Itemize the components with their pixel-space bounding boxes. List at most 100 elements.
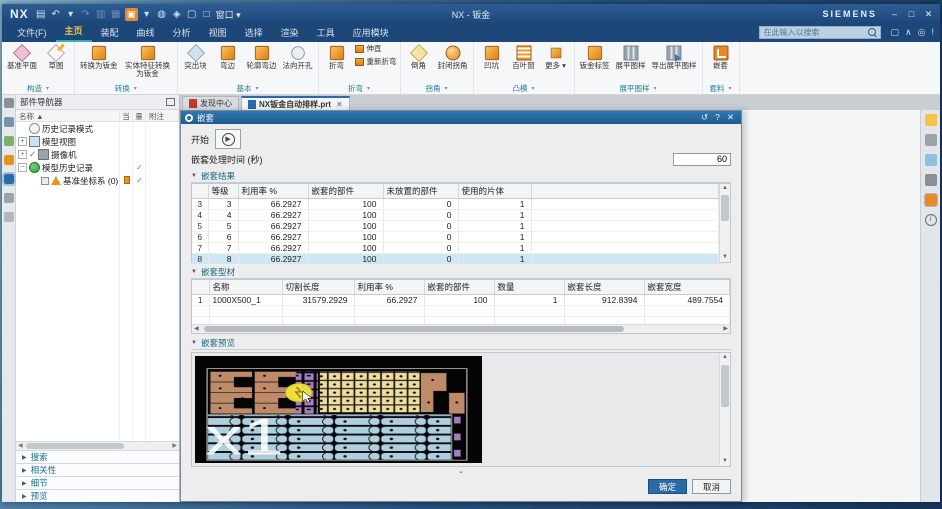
constraint-navigator-icon[interactable] xyxy=(4,117,14,127)
expander-icon[interactable]: + xyxy=(18,150,27,159)
render-style-icon[interactable]: ▣ xyxy=(125,8,138,21)
百叶窗-button[interactable]: 百叶窗 xyxy=(509,43,539,71)
转换为钣金-button[interactable]: 转换为钣金 xyxy=(78,43,120,71)
favorites-star-icon[interactable] xyxy=(925,114,937,126)
navigator-hscrollbar[interactable]: ◀▶ xyxy=(16,441,179,450)
group-dialog-launcher-icon[interactable]: ▾ xyxy=(728,85,731,92)
ribbon-tab-工具[interactable]: 工具 xyxy=(308,24,344,42)
column-header[interactable]: 未放置的部件 xyxy=(383,184,458,199)
倒角-button[interactable]: 倒角 xyxy=(404,43,434,71)
nesting-tool-icon[interactable] xyxy=(925,194,937,206)
close-icon[interactable]: ✕ xyxy=(724,112,737,123)
window-menu-button[interactable]: 窗口 ▾ xyxy=(216,8,241,21)
ribbon-tab-渲染[interactable]: 渲染 xyxy=(272,24,308,42)
group-dialog-launcher-icon[interactable]: ▾ xyxy=(255,85,258,92)
save-icon[interactable]: ▤ xyxy=(35,9,47,20)
expander-icon[interactable]: + xyxy=(18,137,27,146)
results-vscrollbar[interactable]: ▲▼ xyxy=(719,184,730,262)
column-header[interactable]: 嵌套长度 xyxy=(564,280,644,295)
table-row[interactable]: 5566.292710001 xyxy=(192,221,719,232)
钣金标签-button[interactable]: 钣金标签 xyxy=(578,43,612,71)
table-row[interactable]: 6666.292710001 xyxy=(192,232,719,243)
preview-vscrollbar[interactable]: ▲▼ xyxy=(719,353,730,466)
copy-icon[interactable]: ▥ xyxy=(95,9,107,20)
column-header[interactable]: 切割长度 xyxy=(282,280,354,295)
start-nesting-button[interactable]: ▶ xyxy=(215,129,241,149)
navigator-column-header[interactable]: 当 xyxy=(120,110,133,121)
column-header[interactable] xyxy=(192,184,208,199)
group-dialog-launcher-icon[interactable]: ▾ xyxy=(367,85,370,92)
undock-icon[interactable] xyxy=(166,98,175,106)
ribbon-tab-选择[interactable]: 选择 xyxy=(236,24,272,42)
fullscreen-icon[interactable]: ▢ xyxy=(891,27,900,38)
column-header[interactable]: 嵌套的部件 xyxy=(424,280,494,295)
reuse-library-icon[interactable] xyxy=(4,155,14,165)
navigator-column-header[interactable]: 名称 ▲ xyxy=(16,110,120,121)
roles-icon[interactable] xyxy=(4,212,14,222)
copy-display-icon[interactable] xyxy=(925,134,937,146)
草图-button[interactable]: 草图 xyxy=(41,43,71,71)
实体特征转换为钣金-button[interactable]: 实体特征转换为钣金 xyxy=(122,43,174,80)
time-input[interactable] xyxy=(673,153,731,166)
profiles-hscrollbar[interactable]: ◀▶ xyxy=(192,324,730,333)
轮廓弯边-button[interactable]: 轮廓弯边 xyxy=(245,43,279,71)
profiles-section-header[interactable]: ▼ 嵌套型材 xyxy=(191,266,731,279)
tree-item[interactable]: 基准坐标系 (0)✓ xyxy=(16,174,179,187)
checkbox-icon[interactable] xyxy=(41,177,49,185)
touch-mode-icon[interactable]: ◈ xyxy=(171,9,183,20)
document-tab[interactable]: 发现中心 xyxy=(182,96,239,110)
paste-icon[interactable]: ▦ xyxy=(110,9,122,20)
tree-item[interactable]: +模型视图 xyxy=(16,135,179,148)
封闭拐角-button[interactable]: 封闭拐角 xyxy=(436,43,470,71)
minimize-button[interactable]: – xyxy=(887,7,902,21)
column-header[interactable]: 数量 xyxy=(494,280,564,295)
document-tab[interactable]: NX钣金自动排样.prt✕ xyxy=(241,96,350,110)
column-header[interactable]: 名称 xyxy=(209,280,282,295)
web-browser-icon[interactable] xyxy=(4,174,14,184)
redo-icon[interactable]: ↷ xyxy=(80,9,92,20)
render-style-caret-icon[interactable]: ▾ xyxy=(141,9,153,20)
dialog-expand-chevron[interactable]: ⌄ xyxy=(191,467,731,476)
重新折弯-button[interactable]: 重新折弯 xyxy=(354,56,397,67)
ribbon-tab-应用模块[interactable]: 应用模块 xyxy=(344,24,398,42)
navigator-section-搜索[interactable]: ▶搜索 xyxy=(16,450,179,463)
ribbon-tab-装配[interactable]: 装配 xyxy=(92,24,128,42)
close-button[interactable]: ✕ xyxy=(921,7,936,21)
navigator-column-header[interactable]: 量 xyxy=(133,110,146,121)
info-icon[interactable] xyxy=(925,214,937,226)
更多-button[interactable]: 更多 ▾ xyxy=(541,43,571,71)
column-header[interactable]: 嵌套宽度 xyxy=(644,280,730,295)
part-navigator-icon[interactable] xyxy=(4,136,14,146)
datum-display-icon[interactable] xyxy=(925,154,937,166)
table-row[interactable]: 11000X500_131579.292966.29271001912.8394… xyxy=(192,295,730,306)
navigator-section-细节[interactable]: ▶细节 xyxy=(16,476,179,489)
tree-item[interactable]: 历史记录模式 xyxy=(16,122,179,135)
弯边-button[interactable]: 弯边 xyxy=(213,43,243,71)
伸直-button[interactable]: 伸直 xyxy=(354,43,397,54)
tree-item[interactable]: +✓摄像机 xyxy=(16,148,179,161)
column-header[interactable]: 嵌套的部件 xyxy=(308,184,383,199)
window-switch-icon[interactable]: ▢ xyxy=(186,9,198,20)
tree-item[interactable]: −模型历史记录✓ xyxy=(16,161,179,174)
突出块-button[interactable]: 突出块 xyxy=(181,43,211,71)
table-row[interactable]: 3366.292710001 xyxy=(192,199,719,210)
凹坑-button[interactable]: 凹坑 xyxy=(477,43,507,71)
navigator-section-预览[interactable]: ▶预览 xyxy=(16,489,179,502)
help-icon[interactable]: ? xyxy=(711,112,724,123)
group-dialog-launcher-icon[interactable]: ▾ xyxy=(46,85,49,92)
results-section-header[interactable]: ▼ 嵌套结果 xyxy=(191,170,731,183)
column-header[interactable]: 利用率 % xyxy=(238,184,308,199)
table-row[interactable]: 4466.292710001 xyxy=(192,210,719,221)
法向开孔-button[interactable]: 法向开孔 xyxy=(281,43,315,71)
expander-icon[interactable]: − xyxy=(18,163,27,172)
column-header[interactable]: 利用率 % xyxy=(354,280,424,295)
导出展平图样-button[interactable]: 导出展平图样 xyxy=(650,43,699,71)
ok-button[interactable]: 确定 xyxy=(648,479,687,494)
group-dialog-launcher-icon[interactable]: ▾ xyxy=(134,85,137,92)
展平图样-button[interactable]: 展平图样 xyxy=(614,43,648,71)
ribbon-tab-文件(F)[interactable]: 文件(F) xyxy=(8,24,56,42)
restore-button[interactable]: □ xyxy=(904,7,919,21)
reset-icon[interactable]: ↺ xyxy=(698,112,711,123)
group-dialog-launcher-icon[interactable]: ▾ xyxy=(444,85,447,92)
group-dialog-launcher-icon[interactable]: ▾ xyxy=(653,85,656,92)
